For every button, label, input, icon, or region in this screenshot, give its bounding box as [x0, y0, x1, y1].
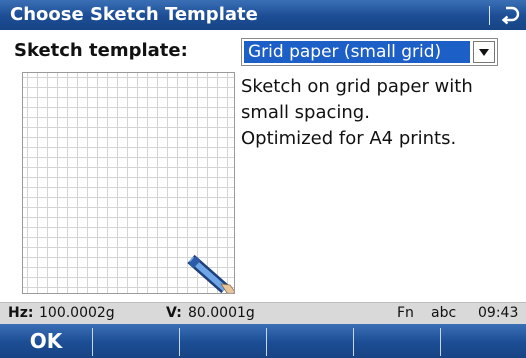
- chevron-down-icon[interactable]: [473, 41, 495, 63]
- window-title: Choose Sketch Template: [10, 4, 258, 25]
- template-preview: [22, 72, 235, 294]
- input-mode-indicator: abc: [431, 305, 457, 321]
- softkey-f5[interactable]: [354, 324, 440, 358]
- v-label: V:: [166, 305, 182, 321]
- softkey-f4[interactable]: [267, 324, 353, 358]
- description-line: small spacing.: [241, 102, 370, 123]
- softkey-f3[interactable]: [180, 324, 266, 358]
- clock: 09:43: [478, 305, 519, 321]
- description-line: Sketch on grid paper with: [241, 76, 473, 97]
- sketch-template-select[interactable]: Grid paper (small grid): [241, 38, 498, 66]
- back-arrow-icon[interactable]: [498, 3, 522, 27]
- description-line: Optimized for A4 prints.: [241, 128, 457, 149]
- fn-indicator: Fn: [397, 305, 414, 321]
- template-description: Sketch on grid paper with small spacing.…: [241, 74, 516, 152]
- title-bar: Choose Sketch Template: [0, 0, 526, 30]
- sketch-template-selected-value[interactable]: Grid paper (small grid): [244, 41, 470, 63]
- sketch-template-label: Sketch template:: [14, 40, 188, 61]
- hz-label: Hz:: [8, 305, 34, 321]
- pencil-icon: [187, 254, 234, 293]
- v-value: 80.0001g: [188, 305, 255, 321]
- ok-button[interactable]: OK: [0, 324, 92, 358]
- title-separator: [489, 6, 490, 25]
- hz-value: 100.0002g: [39, 305, 115, 321]
- softkey-f2[interactable]: [93, 324, 179, 358]
- status-bar: Hz: 100.0002g V: 80.0001g Fn abc 09:43: [0, 302, 526, 324]
- softkey-bar: OK: [0, 324, 526, 358]
- softkey-f6[interactable]: [441, 324, 526, 358]
